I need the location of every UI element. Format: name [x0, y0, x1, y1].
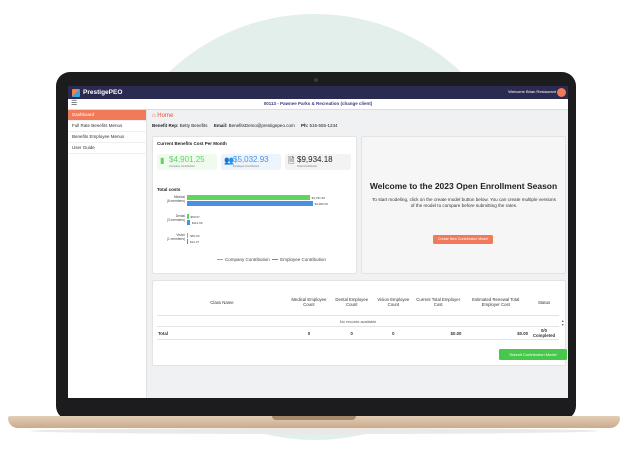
enrollment-text: To start modeling, click on the create m…	[372, 197, 556, 208]
cost-card-title: Current Benefits Cost Per Month	[157, 141, 227, 146]
legend-employee-swatch	[272, 258, 279, 261]
camera	[314, 78, 318, 82]
legend-company: Company Contribution	[225, 257, 270, 262]
create-model-button[interactable]: Create New Contribution Model	[433, 235, 493, 244]
table-header-row: Class Name Medical Employee Count Dental…	[157, 289, 559, 316]
bar-employee[interactable]	[187, 239, 188, 244]
cost-card: Current Benefits Cost Per Month ▮ $4,901…	[152, 136, 357, 274]
total-dental: 0	[330, 326, 373, 340]
header-class-name[interactable]: Class Name	[157, 289, 287, 316]
top-bar: PrestigePEO Welcome Brian Restaurant	[68, 86, 568, 99]
bar-value-label: $4,791.56	[311, 195, 326, 200]
bar-employee[interactable]	[187, 220, 190, 225]
company-value: $4,901.25	[169, 155, 205, 164]
submit-model-button[interactable]: Submit Contribution Model	[499, 349, 567, 360]
rep-email[interactable]: BenefitsDemo@prestigepeo.com	[229, 123, 295, 128]
bar-value-label: $4,906.00	[314, 201, 328, 206]
sidebar-item-employee-menus[interactable]: Benefits Employee Menus	[68, 132, 146, 143]
sidebar-item-full-rate-menus[interactable]: Full Rate Benefits Menus	[68, 121, 146, 132]
bar-value-label: $59.67	[190, 214, 200, 219]
welcome-user: Welcome Brian Restaurant	[508, 89, 556, 94]
sidebar: Dashboard Full Rate Benefits Menus Benef…	[68, 110, 147, 398]
total-label: Total Contribution	[297, 165, 318, 168]
bar-value-label: $112.66	[191, 220, 203, 225]
document-icon: 🗎	[288, 156, 295, 165]
bar-company[interactable]	[187, 233, 189, 238]
rep-name: Betty Benefits	[179, 123, 208, 128]
main-content: ⌂ Home Benefit Rep: Betty Benefits Email…	[148, 110, 568, 398]
category-label: Dental (3 members)	[166, 214, 185, 222]
logo[interactable]: PrestigePEO	[72, 88, 122, 97]
legend-company-swatch	[217, 258, 223, 261]
rep-phone: 516-555-1234	[309, 123, 338, 128]
total-value: $9,934.18	[297, 155, 333, 164]
chart-title: Total costs	[157, 187, 181, 192]
table-card: Class Name Medical Employee Count Dental…	[152, 280, 567, 366]
bar-company[interactable]	[187, 214, 189, 219]
scroll-arrows-icon[interactable]: ▲ ▼	[561, 319, 564, 327]
enrollment-title: Welcome to the 2023 Open Enrollment Seas…	[369, 181, 558, 191]
total-renewal-cost: $0.00	[462, 326, 530, 340]
laptop-shadow	[30, 428, 598, 434]
classes-table: Class Name Medical Employee Count Dental…	[157, 289, 559, 340]
total-stat: 🗎 $9,934.18 Total Contribution	[285, 154, 351, 170]
rep-label: Benefit Rep:	[152, 123, 179, 128]
header-vision-count[interactable]: Vision Employee Count	[372, 289, 414, 316]
total-current-cost: $0.00	[413, 326, 463, 340]
company-label: Company Contribution	[169, 165, 195, 168]
header-current-cost[interactable]: Current Total Employer Cost	[413, 289, 463, 316]
empty-row: No records available	[157, 316, 559, 327]
employee-stat: 👥 $5,032.93 Employee Contribution	[221, 154, 281, 170]
header-renewal-cost[interactable]: Estimated Renewal Total Employer Cost	[462, 289, 530, 316]
client-bar: ☰ 00113 - Pawnee Parks & Recreation (cha…	[68, 99, 568, 110]
header-dental-count[interactable]: Dental Employee Count	[330, 289, 373, 316]
sidebar-item-user-guide[interactable]: User Guide	[68, 143, 146, 154]
bar-company[interactable]	[187, 195, 310, 200]
client-title[interactable]: 00113 - Pawnee Parks & Recreation (chang…	[68, 101, 568, 106]
email-label: Email:	[213, 123, 228, 128]
bar-value-label: $14.27	[190, 239, 200, 244]
laptop-notch	[272, 416, 356, 420]
avatar[interactable]	[557, 88, 566, 97]
breadcrumb[interactable]: ⌂ Home	[152, 113, 173, 119]
bookmark-icon: ▮	[160, 156, 165, 165]
rep-info: Benefit Rep: Betty Benefits Email: Benef…	[152, 123, 338, 128]
sidebar-item-dashboard[interactable]: Dashboard	[68, 110, 146, 121]
breadcrumb-home: Home	[157, 113, 174, 119]
chart-legend: Company Contribution Employee Contributi…	[217, 257, 326, 262]
logo-icon	[72, 88, 80, 97]
employee-label: Employee Contribution	[233, 165, 260, 168]
category-label: Medical (8 members)	[166, 195, 185, 203]
bar-value-label: $50.00	[190, 233, 200, 238]
header-status[interactable]: Status	[529, 289, 559, 316]
company-stat: ▮ $4,901.25 Company Contribution	[157, 154, 217, 170]
no-records-text: No records available	[339, 318, 377, 324]
bar-employee[interactable]	[187, 201, 313, 206]
employee-value: $5,032.93	[233, 155, 269, 164]
total-label: Total	[157, 326, 287, 340]
total-row: Total 0 0 0 $0.00 $0.00 0/0 Completed	[157, 326, 559, 340]
screen: PrestigePEO Welcome Brian Restaurant ☰ 0…	[68, 86, 568, 398]
enrollment-card: Welcome to the 2023 Open Enrollment Seas…	[361, 136, 566, 274]
legend-employee: Employee Contribution	[280, 257, 326, 262]
category-label: Vision (1 members)	[166, 233, 185, 241]
brand-name: PrestigePEO	[83, 89, 123, 96]
total-medical: 0	[287, 326, 331, 340]
total-status: 0/0 Completed	[529, 326, 559, 340]
total-vision: 0	[372, 326, 414, 340]
phone-label: Ph:	[300, 123, 309, 128]
header-medical-count[interactable]: Medical Employee Count	[287, 289, 331, 316]
